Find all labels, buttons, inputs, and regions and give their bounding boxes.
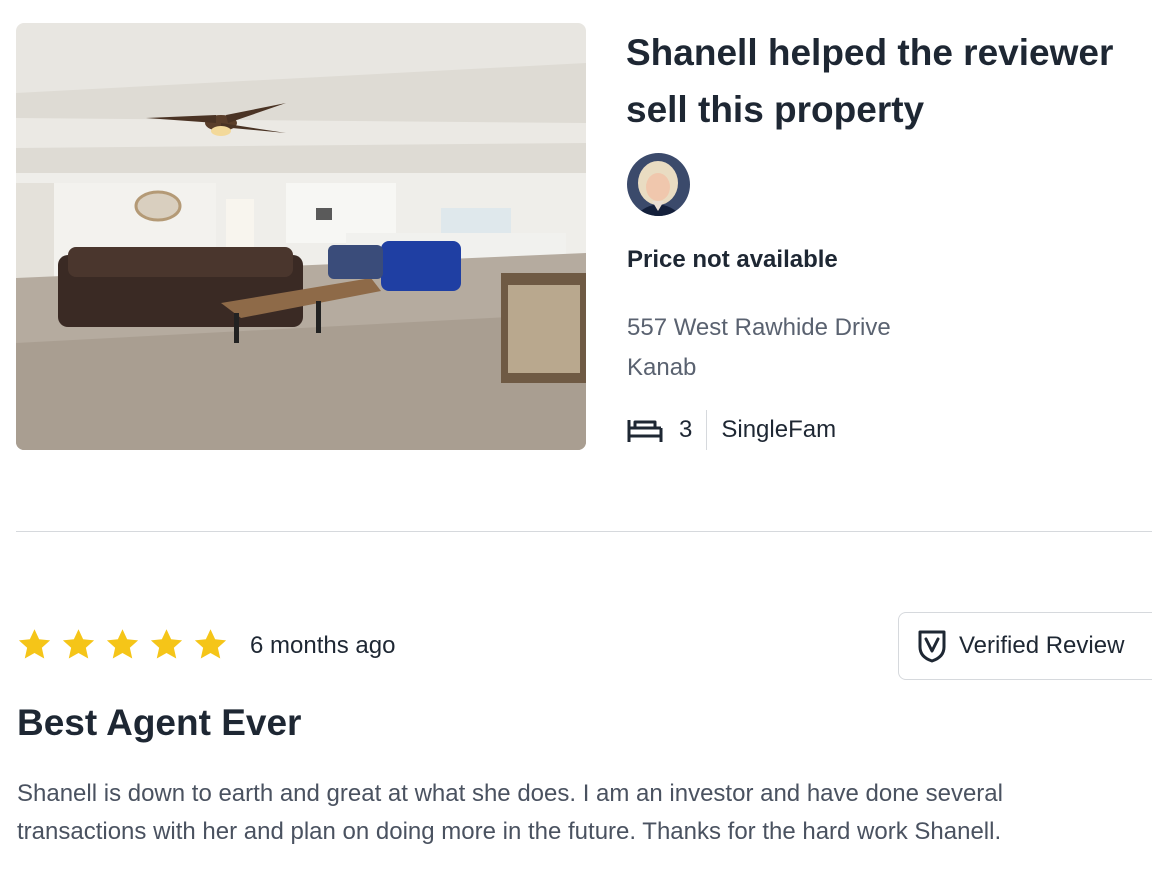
price-label: Price not available: [627, 246, 838, 273]
review-body-line-2: transactions with her and plan on doing …: [17, 818, 1002, 845]
review-time: 6 months ago: [250, 632, 396, 659]
bed-icon: [627, 420, 663, 442]
star-icon: [62, 629, 95, 659]
verified-review-label: Verified Review: [959, 632, 1125, 659]
property-facts: 3 SingleFam: [627, 410, 836, 450]
review-body-line-1: Shanell is down to earth and great at wh…: [17, 780, 1003, 807]
shield-check-icon: [918, 630, 946, 663]
property-photo[interactable]: [16, 23, 586, 450]
property-title-line-2: sell this property: [626, 89, 925, 130]
property-address: 557 West Rawhide Drive Kanab: [627, 308, 891, 388]
section-divider: [16, 531, 1152, 532]
review-body: Shanell is down to earth and great at wh…: [17, 775, 1147, 851]
facts-divider: [706, 410, 708, 450]
address-street: 557 West Rawhide Drive: [627, 314, 891, 341]
review-title: Best Agent Ever: [17, 702, 302, 743]
star-rating: [16, 627, 236, 663]
star-icon: [18, 629, 51, 659]
star-icon: [106, 629, 139, 659]
verified-review-badge[interactable]: Verified Review: [898, 612, 1152, 680]
agent-avatar[interactable]: [627, 153, 690, 216]
bed-count: 3: [679, 416, 693, 443]
property-title-line-1: Shanell helped the reviewer: [626, 32, 1114, 73]
star-icon: [194, 629, 227, 659]
star-icon: [150, 629, 183, 659]
property-type: SingleFam: [721, 416, 837, 443]
property-title: Shanell helped the reviewer sell this pr…: [626, 24, 1152, 138]
address-city: Kanab: [627, 354, 697, 381]
